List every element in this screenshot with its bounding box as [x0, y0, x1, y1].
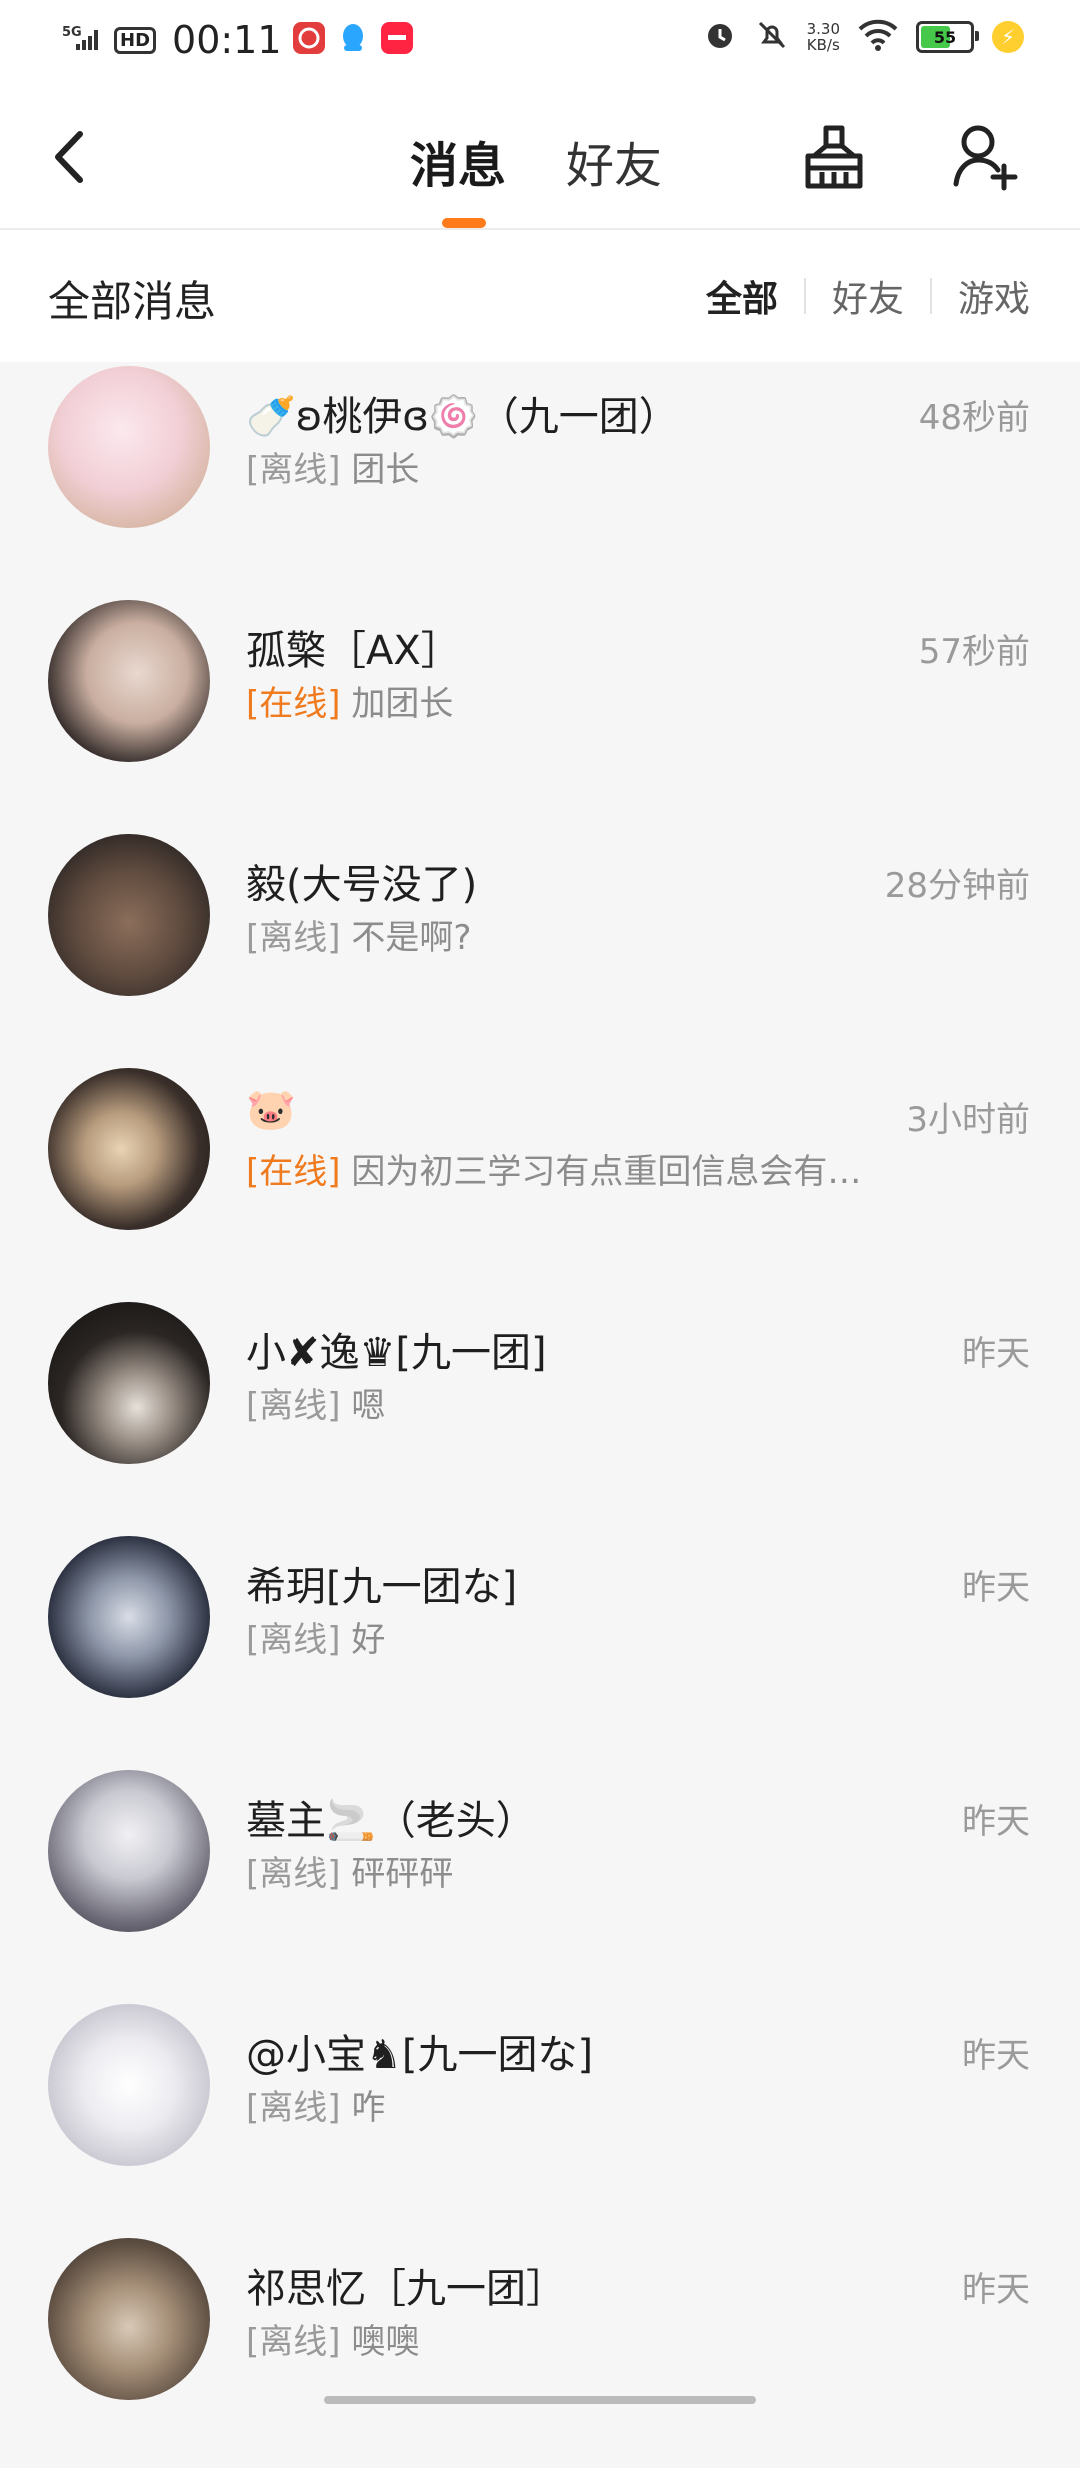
contact-name: 🐷	[246, 1087, 296, 1133]
message-time: 3小时前	[906, 1100, 1030, 1140]
contact-name: 孤檠［AX］	[246, 628, 461, 674]
avatar	[48, 2238, 210, 2400]
netease-music-icon	[292, 21, 326, 59]
status-bar-right: 3.30 KB/s 55 ⚡	[703, 18, 1024, 56]
avatar	[48, 834, 210, 996]
last-message: 加团长	[351, 684, 454, 724]
active-tab-indicator	[442, 218, 486, 228]
chevron-left-icon	[55, 131, 83, 183]
alarm-icon	[703, 18, 737, 56]
filter-tab-all[interactable]: 全部	[680, 270, 804, 322]
network-speed: 3.30 KB/s	[807, 21, 840, 53]
presence-status: [离线]	[246, 918, 341, 958]
add-user-icon	[953, 125, 1018, 191]
status-bar-left: 5G HD 00:11	[62, 18, 414, 62]
avatar	[48, 1770, 210, 1932]
conversation-row[interactable]: 🍼ʚ桃伊ɞ🍥（九一团） 48秒前 [离线] 团长	[0, 362, 1080, 596]
contact-name: 希玥[九一团な]	[246, 1564, 518, 1610]
home-indicator[interactable]	[324, 2396, 756, 2404]
presence-status: [离线]	[246, 2322, 341, 2362]
presence-status: [离线]	[246, 1854, 341, 1894]
conversation-row[interactable]: 毅(大号没了) 28分钟前 [离线] 不是啊?	[0, 830, 1080, 1064]
message-preview: [离线] 嗯	[246, 1378, 385, 1427]
tab-friends[interactable]: 好友	[566, 126, 662, 196]
message-preview: [在线] 加团长	[246, 676, 453, 725]
avatar	[48, 600, 210, 762]
presence-status: [离线]	[246, 450, 341, 490]
last-message: 咋	[351, 2088, 386, 2128]
contact-name: 毅(大号没了)	[246, 862, 478, 908]
conversation-row[interactable]: 孤檠［AX］ 57秒前 [在线] 加团长	[0, 596, 1080, 830]
conversation-row[interactable]: 小✘逸♛[九一团] 昨天 [离线] 嗯	[0, 1298, 1080, 1532]
wifi-icon	[858, 19, 898, 55]
message-time: 昨天	[962, 1334, 1030, 1374]
speed-unit: KB/s	[806, 36, 840, 54]
filter-tabs: 全部 好友 游戏	[680, 270, 1030, 322]
filter-tab-friends[interactable]: 好友	[806, 270, 930, 322]
message-preview: [离线] 砰砰砰	[246, 1846, 453, 1895]
last-message: 噢噢	[351, 2322, 420, 2362]
battery-icon: 55	[916, 21, 979, 53]
message-time: 昨天	[962, 1802, 1030, 1842]
filter-title: 全部消息	[48, 277, 217, 326]
contact-name: 祁思忆［九一团］	[246, 2266, 566, 2312]
message-preview: [离线] 好	[246, 1612, 385, 1661]
contact-name: 小✘逸♛[九一团]	[246, 1330, 547, 1376]
presence-status: [离线]	[246, 1386, 341, 1426]
hd-badge: HD	[114, 26, 157, 54]
message-time: 48秒前	[918, 398, 1030, 438]
last-message: 团长	[351, 450, 420, 490]
message-time: 昨天	[962, 1568, 1030, 1608]
conversation-row[interactable]: 🐷 3小时前 [在线] 因为初三学习有点重回信息会有…	[0, 1064, 1080, 1298]
presence-status: [在线]	[246, 684, 341, 724]
contact-name: 墓主🚬（老头）	[246, 1798, 536, 1844]
broom-icon	[805, 125, 863, 189]
charging-icon: ⚡	[992, 21, 1024, 53]
battery-level: 55	[933, 27, 957, 47]
message-time: 昨天	[962, 2270, 1030, 2310]
mute-icon	[755, 18, 789, 56]
filter-tab-games[interactable]: 游戏	[932, 270, 1030, 322]
speed-value: 3.30	[806, 20, 840, 38]
contact-name: 🍼ʚ桃伊ɞ🍥（九一团）	[246, 394, 679, 440]
message-preview: [离线] 咋	[246, 2080, 385, 2129]
last-message: 砰砰砰	[351, 1854, 454, 1894]
message-time: 57秒前	[918, 632, 1030, 672]
last-message: 好	[351, 1620, 386, 1660]
message-time: 28分钟前	[884, 866, 1030, 906]
xiaohongshu-icon	[380, 21, 414, 59]
message-preview: [离线] 团长	[246, 442, 419, 491]
conversation-row[interactable]: 墓主🚬（老头） 昨天 [离线] 砰砰砰	[0, 1766, 1080, 2000]
avatar	[48, 1302, 210, 1464]
conversation-row[interactable]: @小宝♞[九一团な] 昨天 [离线] 咋	[0, 2000, 1080, 2234]
qq-icon	[336, 21, 370, 59]
add-friend-button[interactable]	[950, 120, 1022, 192]
signal-icon: 5G	[62, 24, 104, 56]
message-preview: [离线] 不是啊?	[246, 910, 471, 959]
contact-name: @小宝♞[九一团な]	[246, 2032, 594, 2078]
last-message: 不是啊?	[351, 918, 472, 958]
top-nav: 消息 好友	[0, 82, 1080, 230]
clock: 00:11	[172, 18, 282, 62]
presence-status: [在线]	[246, 1152, 341, 1192]
presence-status: [离线]	[246, 1620, 341, 1660]
avatar	[48, 2004, 210, 2166]
avatar	[48, 1068, 210, 1230]
message-preview: [离线] 噢噢	[246, 2314, 419, 2363]
conversation-row[interactable]: 祁思忆［九一团］ 昨天 [离线] 噢噢	[0, 2234, 1080, 2468]
presence-status: [离线]	[246, 2088, 341, 2128]
conversation-row[interactable]: 希玥[九一团な] 昨天 [离线] 好	[0, 1532, 1080, 1766]
tab-messages[interactable]: 消息	[410, 126, 506, 196]
message-preview: [在线] 因为初三学习有点重回信息会有…	[246, 1144, 861, 1193]
message-time: 昨天	[962, 2036, 1030, 2076]
status-bar: 5G HD 00:11 3.30 KB/s 55 ⚡	[0, 0, 1080, 82]
clean-messages-button[interactable]	[800, 122, 868, 194]
avatar	[48, 366, 210, 528]
last-message: 因为初三学习有点重回信息会有…	[351, 1152, 862, 1192]
svg-text:5G: 5G	[62, 25, 82, 40]
last-message: 嗯	[351, 1386, 386, 1426]
back-button[interactable]	[44, 122, 104, 192]
avatar	[48, 1536, 210, 1698]
filter-bar: 全部消息 全部 好友 游戏	[0, 230, 1080, 362]
